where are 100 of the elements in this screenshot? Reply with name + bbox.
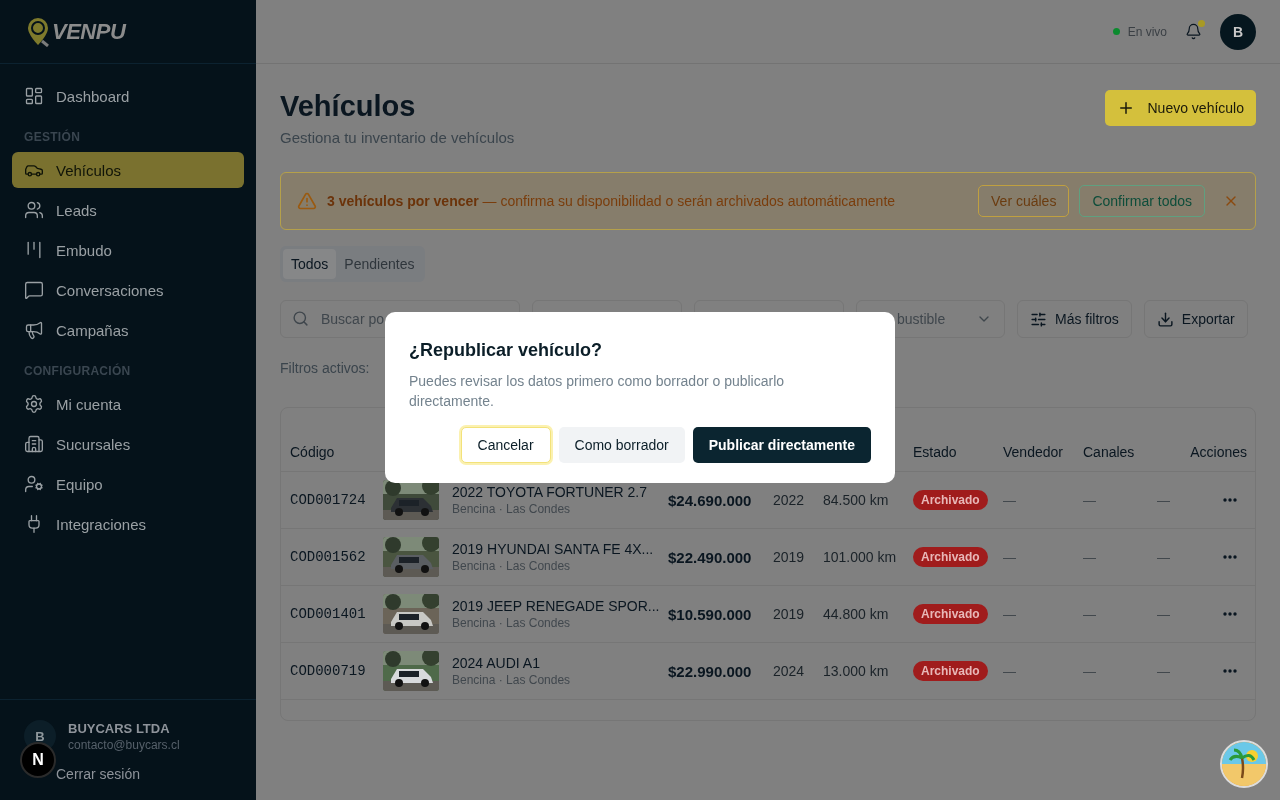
code-cell-text: COD001562 (289, 549, 367, 565)
price-cell-text: $22.490.000 (668, 548, 753, 566)
seller-cell-text: — (1003, 492, 1017, 508)
active-filters-label: Filtros activos: (280, 360, 371, 376)
nav-icon (24, 280, 44, 300)
more-icon (1223, 669, 1237, 673)
table-cell-text: — (1157, 492, 1171, 508)
page-subtitle: Gestiona tu inventario de vehículos (280, 129, 515, 146)
nav-icon (24, 474, 44, 494)
status-badge: Archivado (913, 604, 988, 624)
channels-cell-text: — (1083, 606, 1097, 622)
vehicle-title: 2019 JEEP RENEGADE SPOR... (452, 598, 661, 614)
table-cell-text: — (1157, 606, 1171, 622)
user-avatar[interactable]: B (1220, 13, 1256, 50)
beach-icon (1222, 742, 1266, 786)
column-header: Canales (1083, 443, 1136, 460)
dev-badge[interactable]: N (20, 742, 56, 778)
account-name: BUYCARS LTDA (68, 720, 171, 736)
dialog-text: Puedes revisar los datos primero como borrador o publicarlo directamente. (409, 372, 786, 411)
nav-item[interactable]: Sucursales (12, 426, 244, 462)
seller-cell-text: — (1003, 606, 1017, 622)
code-cell-text: COD001724 (289, 492, 367, 508)
vehicle-details: Bencina · Las Condes (452, 673, 572, 687)
dialog-title: ¿Republicar vehículo? (409, 340, 604, 361)
seller-cell-text: — (1003, 663, 1017, 679)
export-button[interactable]: Exportar (1143, 300, 1248, 338)
search-field[interactable]: Buscar po (280, 300, 520, 338)
table-cell-text: — (1157, 663, 1171, 679)
nav-icon (24, 434, 44, 454)
nav-item[interactable]: Embudo (12, 232, 244, 268)
sliders-icon (1030, 310, 1047, 328)
more-icon (1223, 498, 1237, 502)
price-cell-text: $22.990.000 (668, 662, 753, 680)
nav-item[interactable]: Equipo (12, 466, 244, 502)
status-dot (1112, 28, 1120, 35)
logout-link[interactable]: Cerrar sesión (56, 766, 141, 782)
status-badge: Archivado (913, 490, 988, 510)
status-badge: Archivado (913, 547, 988, 567)
year-cell-text: 2019 (773, 549, 806, 565)
dialog-button[interactable]: Publicar directamente (692, 427, 871, 463)
nav-icon (24, 394, 44, 414)
bell-icon[interactable] (1185, 23, 1202, 40)
new-vehicle-button[interactable]: Nuevo vehículo (1105, 90, 1256, 126)
seller-cell-text: — (1003, 549, 1017, 565)
status-label: En vivo (1127, 24, 1167, 39)
price-cell-text: $10.590.000 (668, 605, 753, 623)
warning-icon (297, 191, 317, 211)
nav-item[interactable]: Mi cuenta (12, 386, 244, 422)
nav-icon (24, 200, 44, 220)
nav-icon (24, 320, 44, 340)
more-filters-button[interactable]: Más filtros (1017, 300, 1132, 338)
page-title: Vehículos (280, 90, 417, 123)
column-header: Vendedor (1003, 443, 1064, 460)
row-actions-button[interactable] (1223, 669, 1237, 673)
code-cell-text: COD000719 (289, 663, 367, 679)
vehicle-details: Bencina · Las Condes (452, 616, 572, 630)
nav-icon (24, 86, 44, 106)
price-cell-text: $24.690.000 (668, 491, 753, 509)
nav-item[interactable]: Vehículos (12, 152, 244, 188)
nav-item[interactable]: Dashboard (12, 78, 244, 114)
year-cell-text: 2024 (773, 663, 806, 679)
mileage-cell-text: 44.800 km (823, 606, 890, 622)
row-actions-button[interactable] (1223, 498, 1237, 502)
warning-text: 3 vehículos por vencer — confirma su disponibilidad o serán archivados automáticamente (327, 193, 897, 209)
column-header: Acciones (1189, 443, 1248, 460)
nav-item[interactable]: Conversaciones (12, 272, 244, 308)
vehicle-details: Bencina · Las Condes (452, 559, 572, 573)
dialog-button[interactable]: Como borrador (558, 427, 685, 463)
logo-text: VENPU (52, 18, 126, 45)
channels-cell-text: — (1083, 663, 1097, 679)
column-header: Código (289, 443, 336, 460)
nav-item[interactable]: Campañas (12, 312, 244, 348)
row-actions-button[interactable] (1223, 555, 1237, 559)
nav-item[interactable]: Integraciones (12, 506, 244, 542)
code-cell-text: COD001401 (289, 606, 367, 622)
dialog-button[interactable]: Cancelar (460, 427, 551, 463)
tab[interactable]: Todos (283, 249, 337, 279)
channels-cell-text: — (1083, 492, 1097, 508)
column-header: Estado (913, 443, 958, 460)
search-icon (292, 310, 309, 327)
mileage-cell-text: 13.000 km (823, 663, 890, 679)
logo-icon (26, 16, 50, 47)
row-actions-button[interactable] (1223, 612, 1237, 616)
more-icon (1223, 555, 1237, 559)
year-cell-text: 2019 (773, 606, 806, 622)
account-email: contacto@buycars.cl (68, 737, 180, 752)
year-cell-text: 2022 (773, 492, 806, 508)
mileage-cell-text: 101.000 km (823, 549, 898, 565)
nav-item[interactable]: Leads (12, 192, 244, 228)
vehicle-title: 2019 HYUNDAI SANTA FE 4X... (452, 541, 655, 557)
channels-cell-text: — (1083, 549, 1097, 565)
vehicle-title: 2022 TOYOTA FORTUNER 2.7 (452, 484, 649, 500)
mileage-cell-text: 84.500 km (823, 492, 890, 508)
floating-button[interactable] (1220, 740, 1268, 788)
vehicle-details: Bencina · Las Condes (452, 502, 572, 516)
download-icon (1156, 310, 1174, 328)
table-cell-text: — (1157, 549, 1171, 565)
more-icon (1223, 612, 1237, 616)
vehicle-title: 2024 AUDI A1 (452, 655, 541, 671)
status-badge: Archivado (913, 661, 988, 681)
